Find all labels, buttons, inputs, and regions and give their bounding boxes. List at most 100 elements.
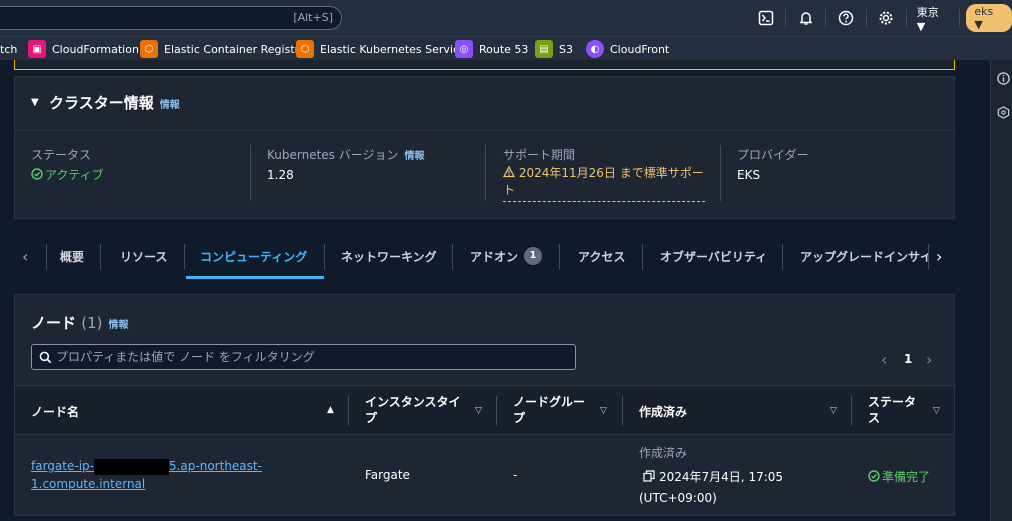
support-period-value[interactable]: 2024年11月26日 まで標準サポー ト (502, 165, 705, 202)
favorite-route53[interactable]: ◎ Route 53 (455, 40, 528, 58)
sort-caret-icon[interactable]: ▽ (830, 406, 837, 416)
sort-ascending-icon[interactable]: ▲ (327, 405, 334, 415)
favorite-s3[interactable]: ▤ S3 (535, 40, 573, 58)
created-value: 2024年7月4日, 17:05 (643, 468, 783, 485)
nodes-count: (1) (81, 314, 103, 332)
redacted-block (93, 458, 169, 475)
tab-overview[interactable]: 概要 (60, 236, 84, 276)
node-name-part1[interactable]: fargate-ip- (31, 459, 94, 473)
tab-addons[interactable]: アドオン 1 (470, 236, 543, 276)
tab-resources[interactable]: リソース (120, 236, 167, 276)
separator (928, 244, 929, 270)
column-header-node-group-line2: プ (513, 411, 526, 425)
nodes-table-header: ノード名 ▲ インスタンスタイプ ▽ ノードグループ ▽ 作成済み ▽ ステータ… (15, 385, 954, 435)
k8s-version-value: 1.28 (267, 168, 294, 182)
separator (348, 396, 349, 426)
status-value-text: アクティブ (45, 168, 104, 182)
pagination-prev-chevron-icon[interactable]: ‹ (881, 350, 887, 369)
column-header-created[interactable]: 作成済み (639, 403, 687, 420)
addons-count-badge: 1 (524, 247, 543, 265)
account-menu[interactable]: eks ▼ (966, 4, 1012, 32)
node-name-part3[interactable]: 1.compute.internal (31, 477, 145, 491)
eks-icon: ⬡ (296, 40, 314, 58)
nodes-info-link[interactable]: 情報 (109, 320, 129, 331)
separator (959, 9, 961, 27)
copy-icon[interactable] (643, 470, 655, 482)
region-selector[interactable]: 東京 ▼ (917, 4, 950, 33)
cloudshell-icon[interactable] (756, 8, 775, 28)
gear-icon[interactable] (877, 8, 896, 28)
pagination-next-chevron-icon[interactable]: › (926, 350, 932, 369)
cluster-info-panel: ▼ クラスター情報 情報 ステータス アクティブ Kubernetes バージョン… (14, 76, 955, 219)
column-header-status-line2: ス (868, 411, 881, 425)
favorite-cloudformation[interactable]: ▣ CloudFormation (28, 40, 139, 58)
cluster-info-info-link[interactable]: 情報 (160, 100, 180, 111)
column-header-node-group-line1: ノードグルー (513, 395, 586, 409)
cloudfront-icon: ◐ (586, 40, 604, 58)
route53-icon: ◎ (455, 40, 473, 58)
favorite-label: Elastic Kubernetes Service (320, 42, 466, 56)
tab-compute[interactable]: コンピューティング (200, 236, 307, 276)
separator (905, 9, 907, 27)
k8s-version-label: Kubernetes バージョン 情報 (267, 146, 425, 163)
separator (642, 244, 643, 270)
separator (785, 9, 787, 27)
favorite-cloudfront[interactable]: ◐ CloudFront (586, 40, 669, 58)
separator (100, 244, 101, 270)
node-name-part2[interactable]: 5.ap-northeast- (169, 459, 262, 473)
column-header-instance-type-line2: プ (365, 411, 378, 425)
tab-upgrade-insights[interactable]: アップグレードインサイ (800, 236, 928, 276)
nodes-panel: ノード (1) 情報 ‹ 1 › ノード名 ▲ インスタンスタイプ ▽ ノードグル… (14, 294, 955, 516)
column-header-node-name[interactable]: ノード名 (31, 403, 79, 420)
nodes-heading: ノード (1) 情報 (31, 312, 129, 333)
node-name-link[interactable]: fargate-ip- 5.ap-northeast- 1.compute.int… (31, 457, 262, 493)
favorite-ecr[interactable]: ⬡ Elastic Container Registry (140, 40, 306, 58)
help-icon[interactable] (836, 8, 855, 28)
tabs-scroll-left-chevron-icon[interactable]: ‹ (22, 236, 28, 276)
separator (485, 145, 486, 201)
tab-access[interactable]: アクセス (578, 236, 625, 276)
caret-down-icon[interactable]: ▼ (31, 97, 39, 108)
column-header-status-line1: ステータ (868, 395, 917, 409)
tabs-scroll-right-chevron-icon[interactable]: › (936, 236, 942, 276)
node-filter-field[interactable] (31, 344, 576, 370)
s3-icon: ▤ (535, 40, 553, 58)
separator (622, 396, 623, 426)
tab-observability[interactable]: オブザーバビリティ (660, 236, 767, 276)
search-shortcut-hint: [Alt+S] (293, 11, 333, 24)
node-filter-input[interactable] (56, 347, 566, 367)
k8s-info-link[interactable]: 情報 (405, 151, 425, 162)
favorite-label: tch (0, 42, 18, 56)
warning-flashbar (14, 60, 955, 70)
sort-caret-icon[interactable]: ▽ (475, 406, 482, 416)
tab-networking[interactable]: ネットワーキング (341, 236, 437, 276)
column-header-status[interactable]: ステータス (868, 394, 916, 426)
favorite-cloudwatch[interactable]: tch (0, 40, 17, 58)
support-period-label: サポート期間 (503, 148, 576, 162)
separator (720, 145, 721, 201)
separator (825, 9, 827, 27)
hexagon-icon[interactable] (997, 106, 1011, 120)
favorite-label: CloudFormation (52, 42, 139, 56)
column-header-instance-type-line1: インスタンスタイ (365, 395, 461, 409)
k8s-version-label-text: Kubernetes バージョン (267, 148, 399, 162)
separator (452, 244, 453, 270)
pagination-current-page[interactable]: 1 (904, 352, 912, 366)
favorite-label: S3 (559, 42, 573, 56)
global-search-input[interactable]: [Alt+S] (0, 6, 342, 30)
separator (324, 244, 325, 270)
favorite-eks[interactable]: ⬡ Elastic Kubernetes Service (296, 40, 466, 58)
provider-value: EKS (737, 168, 761, 182)
instance-type-value: Fargate (365, 468, 410, 482)
sort-caret-icon[interactable]: ▽ (933, 406, 940, 416)
info-panel-icon[interactable] (997, 72, 1011, 86)
support-period-line1: 2024年11月26日 まで標準サポー (518, 166, 704, 180)
sort-caret-icon[interactable]: ▽ (600, 406, 607, 416)
check-circle-icon (31, 168, 43, 180)
column-header-node-group[interactable]: ノードグループ (513, 394, 585, 426)
bell-icon[interactable] (796, 8, 815, 28)
node-group-value: - (513, 468, 518, 482)
cluster-info-header[interactable]: ▼ クラスター情報 情報 (15, 77, 954, 131)
column-header-instance-type[interactable]: インスタンスタイプ (365, 394, 461, 426)
favorites-bar: tch ▣ CloudFormation ⬡ Elastic Container… (0, 36, 1012, 60)
